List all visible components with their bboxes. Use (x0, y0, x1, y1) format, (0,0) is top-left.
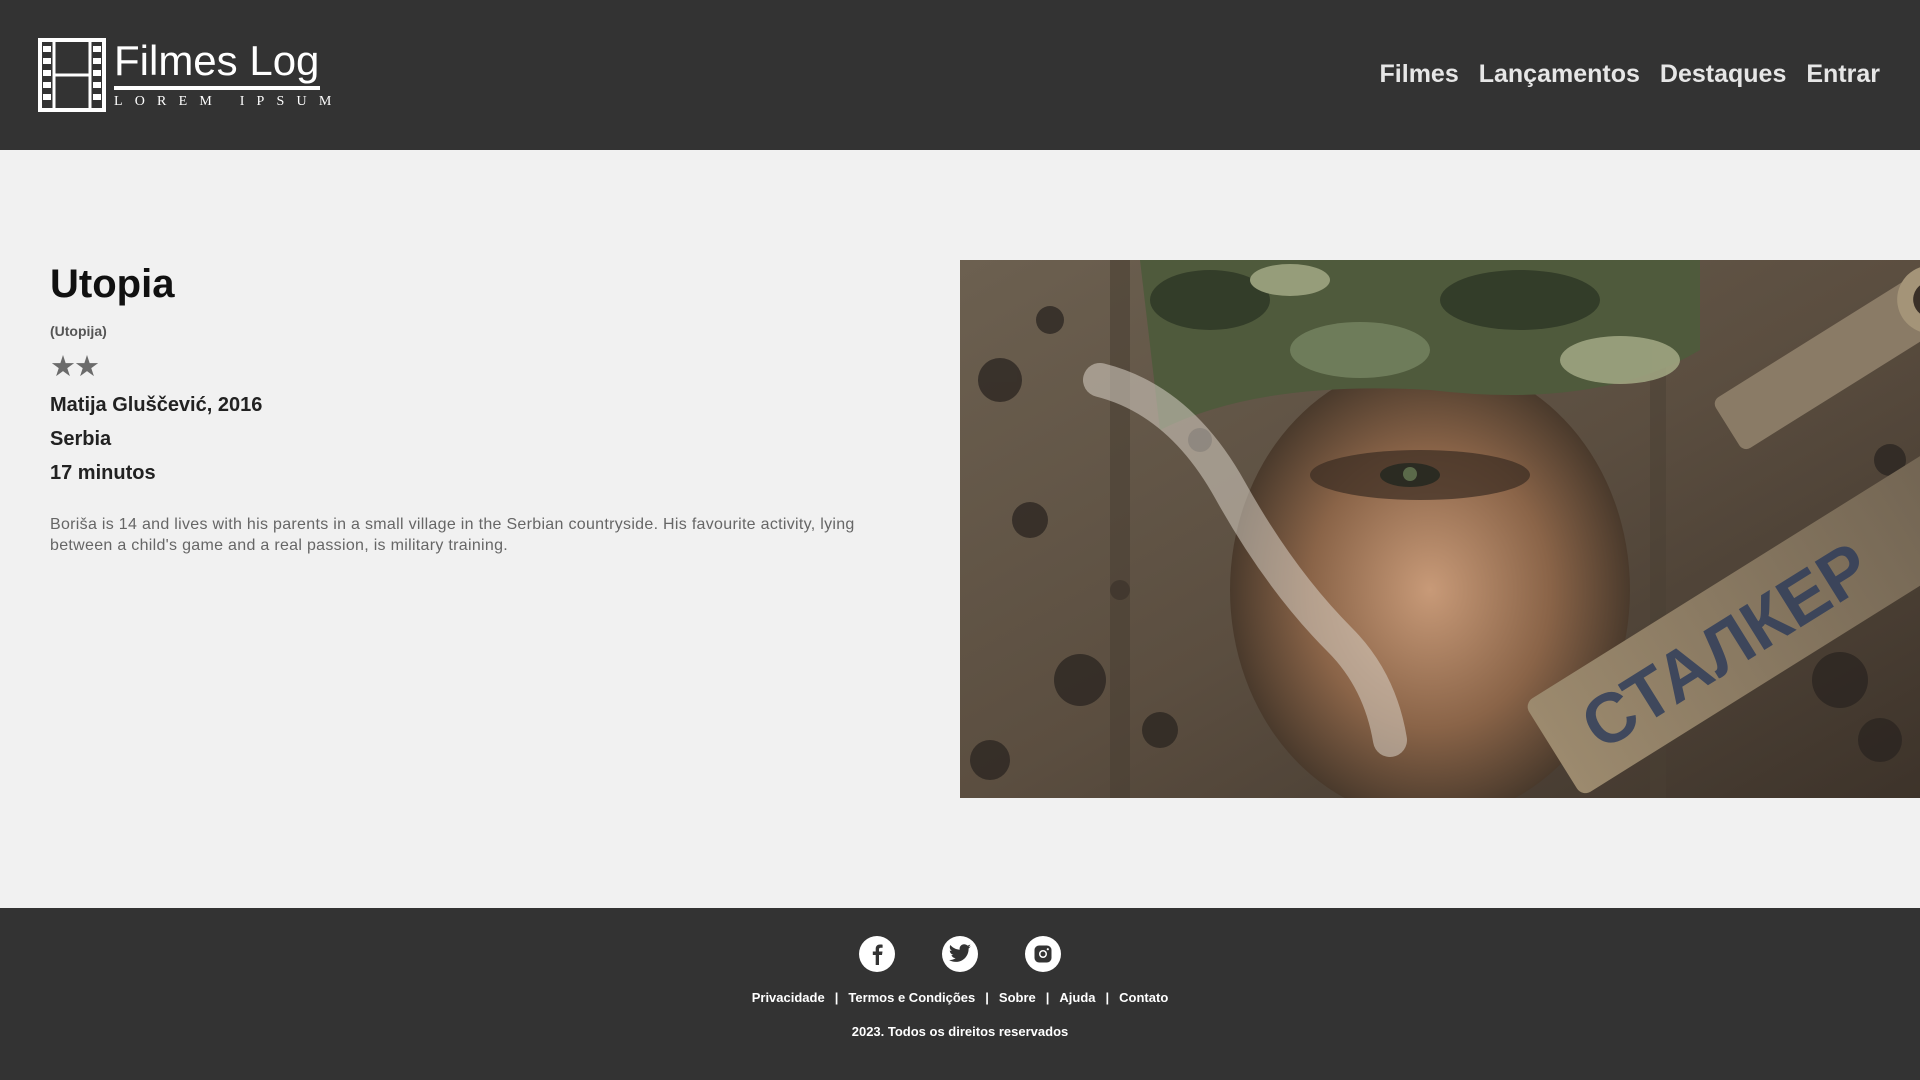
twitter-link[interactable] (942, 936, 978, 972)
footer-link-privacidade[interactable]: Privacidade (752, 990, 825, 1005)
copyright: 2023. Todos os direitos reservados (851, 1024, 1069, 1039)
facebook-icon (872, 944, 883, 965)
original-title: (Utopija) (50, 323, 107, 339)
footer-link-termos[interactable]: Termos e Condições (848, 990, 975, 1005)
nav-destaques[interactable]: Destaques (1660, 56, 1786, 92)
instagram-link[interactable] (1025, 936, 1061, 972)
main-nav: Filmes Lançamentos Destaques Entrar (1360, 56, 1880, 92)
logo-title: Filmes Log (114, 37, 320, 84)
twitter-icon (948, 944, 971, 962)
nav-filmes[interactable]: Filmes (1380, 56, 1459, 92)
synopsis: Boriša is 14 and lives with his parents … (50, 516, 855, 554)
movie-still-image: СТАЛКЕР (960, 260, 1920, 798)
logo[interactable]: Filmes Log Lorem Ipsum (38, 37, 344, 112)
social-links (0, 936, 1920, 972)
film-strip-icon (38, 38, 106, 112)
logo-rule (114, 86, 320, 90)
footer-link-ajuda[interactable]: Ajuda (1059, 990, 1095, 1005)
footer-link-sobre[interactable]: Sobre (999, 990, 1036, 1005)
footer-separator: | (834, 990, 839, 1005)
footer-separator: | (1105, 990, 1110, 1005)
facebook-link[interactable] (859, 936, 895, 972)
movie-still: СТАЛКЕР (960, 260, 1920, 798)
footer-link-contato[interactable]: Contato (1119, 990, 1168, 1005)
site-header: Filmes Log Lorem Ipsum Filmes Lançamento… (0, 0, 1920, 150)
movie-title: Utopia (50, 262, 175, 306)
logo-subtitle: Lorem Ipsum (114, 94, 344, 109)
rating-stars: ★★ (50, 351, 100, 383)
footer-links: Privacidade | Termos e Condições | Sobre | Aju… (0, 990, 1920, 1006)
footer-separator: | (1045, 990, 1050, 1005)
director-year: Matija Gluščević, 2016 (50, 394, 263, 416)
movie-details: Utopia (Utopija) ★★ Matija Gluščević, 20… (50, 262, 910, 556)
footer-separator: | (985, 990, 989, 1005)
nav-lancamentos[interactable]: Lançamentos (1479, 56, 1640, 92)
duration: 17 minutos (50, 462, 156, 484)
site-footer: Privacidade | Termos e Condições | Sobre | Aju… (0, 908, 1920, 1080)
country: Serbia (50, 428, 112, 450)
instagram-icon (1034, 945, 1052, 963)
nav-entrar[interactable]: Entrar (1806, 56, 1880, 92)
